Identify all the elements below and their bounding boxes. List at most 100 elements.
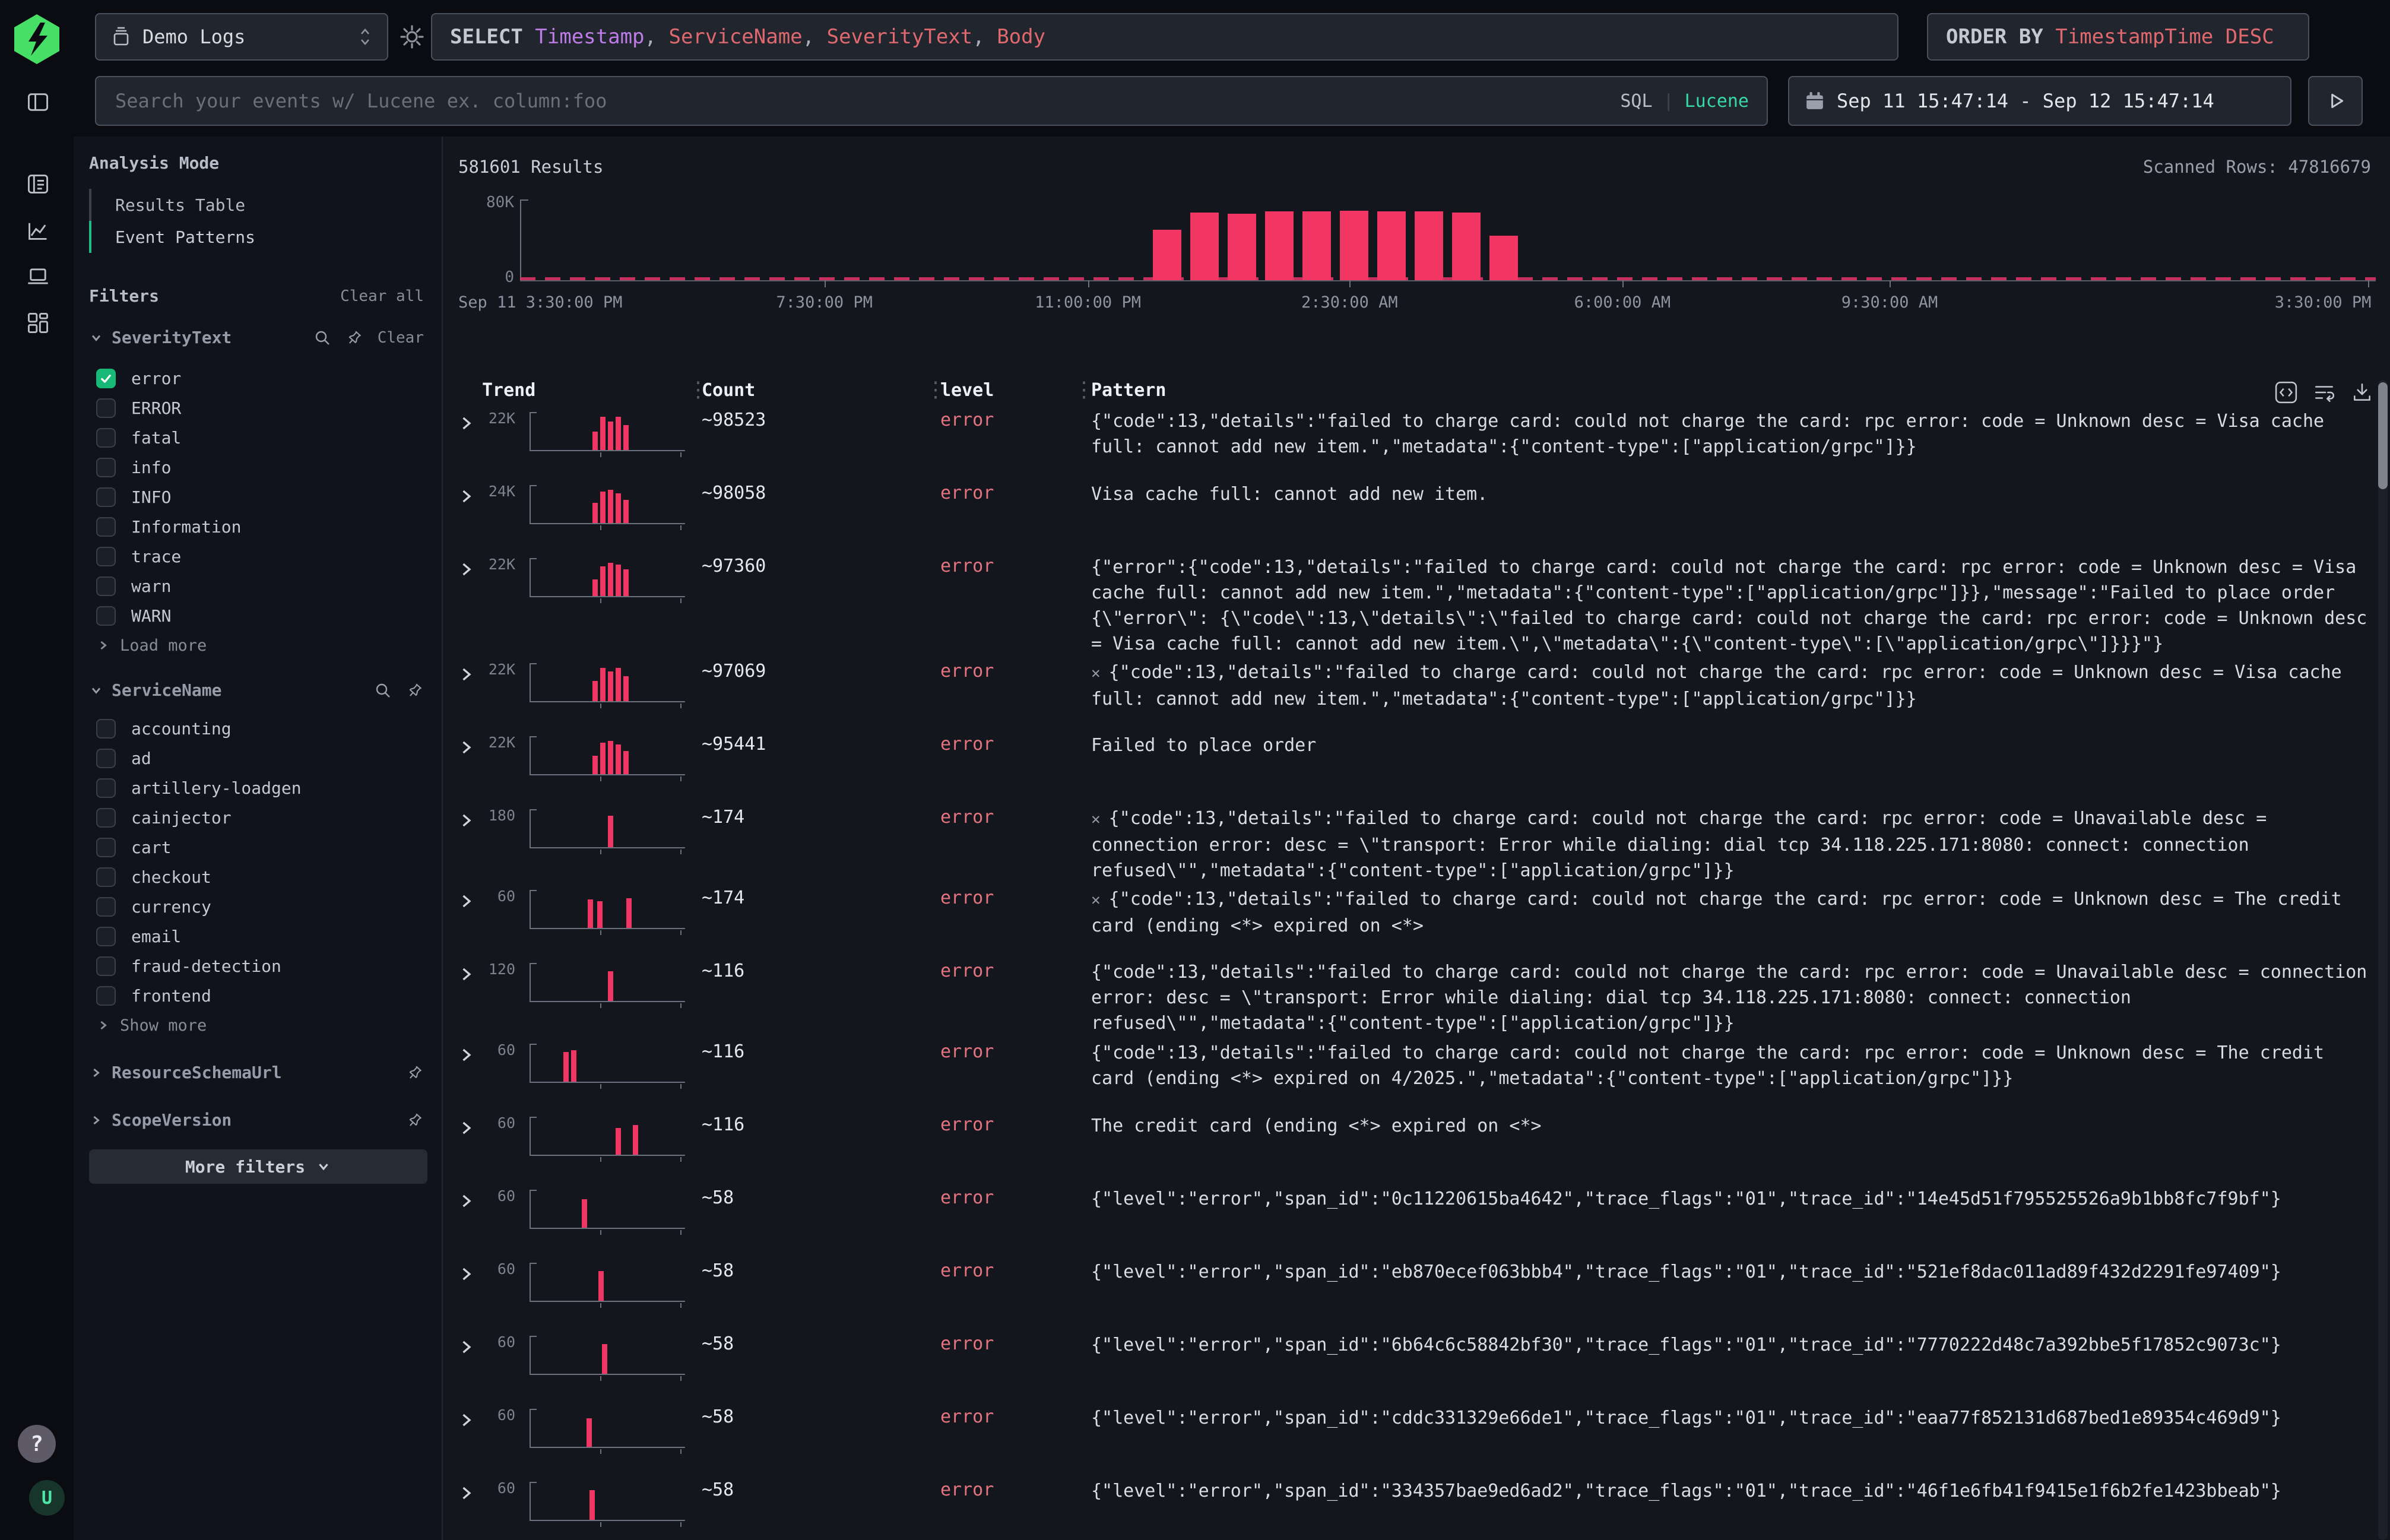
- filter-option[interactable]: cart: [89, 832, 430, 862]
- search-logs-icon[interactable]: [26, 172, 50, 196]
- pin-icon[interactable]: [406, 682, 424, 699]
- pin-icon[interactable]: [345, 329, 363, 347]
- pattern-cell[interactable]: {"code":13,"details":"failed to charge c…: [1091, 408, 2373, 460]
- checkbox[interactable]: [96, 897, 116, 917]
- checkbox[interactable]: [96, 986, 116, 1006]
- exclude-pattern-icon[interactable]: ✕: [1091, 891, 1101, 909]
- table-row[interactable]: 180~174error✕{"code":13,"details":"faile…: [443, 806, 2390, 886]
- pattern-cell[interactable]: ✕{"code":13,"details":"failed to charge …: [1091, 660, 2373, 712]
- filter-option[interactable]: checkout: [89, 862, 430, 892]
- filter-group-servicename[interactable]: ServiceName: [89, 680, 424, 700]
- table-row[interactable]: 60~58error{"level":"error","span_id":"6b…: [443, 1332, 2390, 1405]
- filter-option[interactable]: accounting: [89, 714, 430, 743]
- checkbox[interactable]: [96, 369, 116, 388]
- histogram-bar[interactable]: [1489, 236, 1518, 280]
- pattern-cell[interactable]: {"error":{"code":13,"details":"failed to…: [1091, 554, 2373, 657]
- pattern-cell[interactable]: ✕{"code":13,"details":"failed to charge …: [1091, 886, 2373, 939]
- col-header-pattern[interactable]: Pattern: [1091, 380, 1166, 401]
- filter-option[interactable]: fraud-detection: [89, 951, 430, 981]
- pattern-cell[interactable]: {"level":"error","span_id":"334357bae9ed…: [1091, 1478, 2373, 1504]
- filter-option[interactable]: artillery-loadgen: [89, 773, 430, 803]
- run-query-button[interactable]: [2308, 76, 2363, 126]
- search-input[interactable]: [114, 89, 1620, 113]
- mode-lucene[interactable]: Lucene: [1685, 91, 1749, 112]
- scrollbar-thumb[interactable]: [2378, 382, 2388, 489]
- filter-option[interactable]: error: [89, 363, 430, 393]
- col-header-level[interactable]: level: [940, 380, 994, 401]
- checkbox[interactable]: [96, 487, 116, 507]
- filter-group-severitytext[interactable]: SeverityText Clear: [89, 328, 424, 347]
- filter-option[interactable]: info: [89, 452, 430, 482]
- sessions-icon[interactable]: [26, 265, 50, 289]
- checkbox[interactable]: [96, 838, 116, 857]
- code-view-icon[interactable]: [2275, 381, 2297, 404]
- mode-sql[interactable]: SQL: [1620, 91, 1652, 112]
- checkbox[interactable]: [96, 867, 116, 887]
- app-logo-icon[interactable]: [11, 13, 63, 65]
- filter-group-scopeversion[interactable]: ScopeVersion: [89, 1110, 424, 1130]
- pattern-cell[interactable]: {"level":"error","span_id":"eb870ecef063…: [1091, 1259, 2373, 1285]
- help-button[interactable]: ?: [18, 1425, 56, 1463]
- search-bar[interactable]: SQL | Lucene: [95, 76, 1768, 126]
- filter-option[interactable]: Information: [89, 512, 430, 541]
- dashboards-icon[interactable]: [26, 311, 50, 335]
- chart-explorer-icon[interactable]: [26, 218, 50, 242]
- pattern-cell[interactable]: {"level":"error","span_id":"6b64c6c58842…: [1091, 1332, 2373, 1358]
- tab-event-patterns[interactable]: Event Patterns: [89, 221, 421, 253]
- histogram-bar[interactable]: [1415, 211, 1443, 280]
- filter-option[interactable]: ad: [89, 743, 430, 773]
- checkbox[interactable]: [96, 956, 116, 976]
- table-row[interactable]: 60~58error{"level":"error","span_id":"33…: [443, 1478, 2390, 1540]
- histogram-bar[interactable]: [1377, 211, 1406, 280]
- select-clause-input[interactable]: SELECT Timestamp, ServiceName, SeverityT…: [431, 13, 1898, 61]
- load-more[interactable]: Load more: [89, 630, 430, 660]
- table-row[interactable]: 60~174error✕{"code":13,"details":"failed…: [443, 886, 2390, 959]
- checkbox[interactable]: [96, 547, 116, 566]
- checkbox[interactable]: [96, 458, 116, 477]
- histogram-bar[interactable]: [1265, 211, 1294, 280]
- table-row[interactable]: 60~58error{"level":"error","span_id":"0c…: [443, 1186, 2390, 1259]
- histogram-plot[interactable]: Sep 11 3:30:00 PM7:30:00 PM11:00:00 PM2:…: [520, 199, 2376, 280]
- tab-results-table[interactable]: Results Table: [89, 189, 421, 221]
- checkbox[interactable]: [96, 808, 116, 828]
- source-selector[interactable]: Demo Logs: [95, 13, 388, 61]
- histogram-bar[interactable]: [1153, 230, 1181, 280]
- histogram-bar[interactable]: [1190, 213, 1219, 280]
- source-settings-gear-icon[interactable]: [399, 24, 425, 50]
- checkbox[interactable]: [96, 517, 116, 537]
- checkbox[interactable]: [96, 398, 116, 418]
- exclude-pattern-icon[interactable]: ✕: [1091, 810, 1101, 828]
- checkbox[interactable]: [96, 719, 116, 739]
- histogram-bar[interactable]: [1452, 213, 1481, 280]
- histogram-bar[interactable]: [1302, 211, 1331, 280]
- show-more[interactable]: Show more: [89, 1010, 430, 1040]
- date-range-picker[interactable]: Sep 11 15:47:14 - Sep 12 15:47:14: [1788, 76, 2291, 126]
- checkbox[interactable]: [96, 606, 116, 626]
- table-row[interactable]: 60~116errorThe credit card (ending <*> e…: [443, 1113, 2390, 1186]
- results-histogram[interactable]: 80K 0 Sep 11 3:30:00 PM7:30:00 PM11:00:0…: [443, 194, 2390, 324]
- exclude-pattern-icon[interactable]: ✕: [1091, 664, 1101, 682]
- clear-all-button[interactable]: Clear all: [340, 287, 424, 305]
- histogram-bar[interactable]: [1228, 214, 1256, 280]
- col-header-trend[interactable]: Trend: [482, 380, 535, 401]
- pin-icon[interactable]: [406, 1064, 424, 1082]
- checkbox[interactable]: [96, 428, 116, 448]
- filter-option[interactable]: frontend: [89, 981, 430, 1010]
- pattern-cell[interactable]: {"code":13,"details":"failed to charge c…: [1091, 959, 2373, 1036]
- pattern-cell[interactable]: Visa cache full: cannot add new item.: [1091, 481, 2373, 507]
- pattern-cell[interactable]: {"level":"error","span_id":"0c11220615ba…: [1091, 1186, 2373, 1212]
- histogram-bar[interactable]: [1340, 211, 1368, 280]
- filter-option[interactable]: email: [89, 921, 430, 951]
- filter-option[interactable]: cainjector: [89, 803, 430, 832]
- filter-option[interactable]: ERROR: [89, 393, 430, 423]
- scrollbar-track[interactable]: [2378, 380, 2388, 1540]
- table-row[interactable]: 22K~97360error{"error":{"code":13,"detai…: [443, 554, 2390, 660]
- pattern-cell[interactable]: {"code":13,"details":"failed to charge c…: [1091, 1040, 2373, 1091]
- download-icon[interactable]: [2351, 381, 2373, 404]
- pattern-cell[interactable]: {"level":"error","span_id":"cddc331329e6…: [1091, 1405, 2373, 1431]
- table-row[interactable]: 22K~97069error✕{"code":13,"details":"fai…: [443, 660, 2390, 733]
- severity-clear-button[interactable]: Clear: [378, 329, 424, 347]
- query-language-toggle[interactable]: SQL | Lucene: [1620, 91, 1749, 112]
- pattern-cell[interactable]: ✕{"code":13,"details":"failed to charge …: [1091, 806, 2373, 883]
- table-row[interactable]: 60~58error{"level":"error","span_id":"eb…: [443, 1259, 2390, 1332]
